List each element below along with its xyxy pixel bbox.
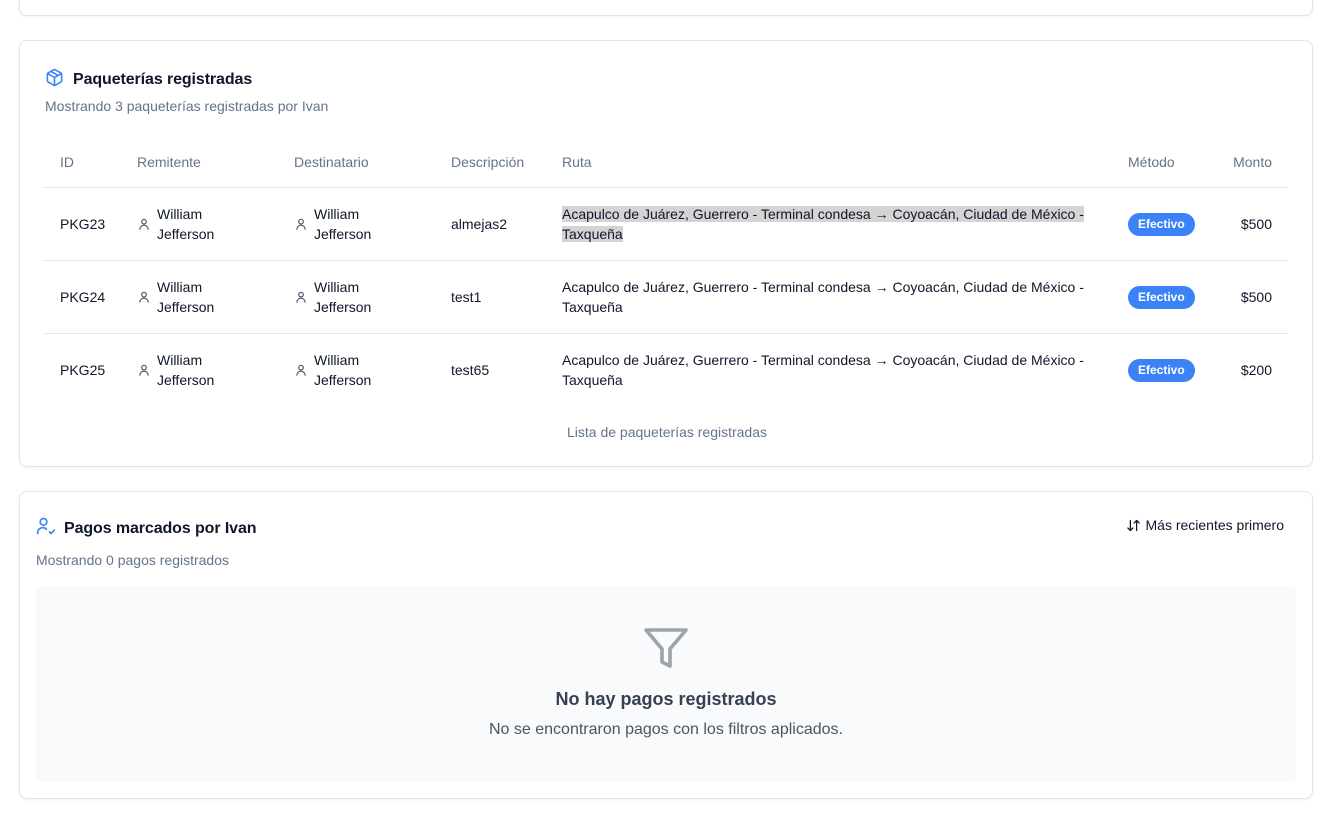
package-description: test65 [451, 362, 490, 378]
recipient-name: William Jefferson [314, 279, 372, 315]
sender-name: William Jefferson [157, 206, 215, 242]
previous-card [19, 0, 1313, 16]
user-icon [139, 291, 149, 303]
payments-header: Pagos marcados por Ivan [36, 516, 257, 541]
packages-card: Paqueterías registradas Mostrando 3 paqu… [19, 40, 1313, 467]
user-icon [296, 364, 306, 376]
route-text: Acapulco de Juárez, Guerrero - Terminal … [562, 206, 1084, 242]
user-icon [296, 218, 306, 230]
package-route: Acapulco de Juárez, Guerrero - Terminal … [562, 350, 1102, 390]
user-icon [139, 218, 149, 230]
col-route: Ruta [562, 154, 592, 170]
col-description: Descripción [451, 154, 525, 170]
route-text: Acapulco de Juárez, Guerrero - Terminal … [562, 352, 1084, 388]
recipient-cell: William Jefferson [294, 277, 404, 317]
payments-title: Pagos marcados por Ivan [64, 519, 257, 537]
packages-table: ID Remitente Destinatario Descripción Ru… [44, 138, 1288, 407]
table-row[interactable]: PKG23 William Jefferson William Jefferso… [44, 188, 1288, 261]
package-id: PKG24 [60, 289, 106, 305]
recipient-name: William Jefferson [314, 206, 372, 242]
arrow-up-down-icon [1126, 519, 1140, 531]
payments-card: Pagos marcados por Ivan Más recientes pr… [19, 491, 1313, 799]
route-text: Acapulco de Juárez, Guerrero - Terminal … [562, 279, 1084, 315]
sender-cell: William Jefferson [137, 204, 247, 244]
packages-title: Paqueterías registradas [73, 71, 253, 88]
user-icon [296, 291, 306, 303]
table-caption: Lista de paqueterías registradas [566, 424, 767, 440]
packages-subtitle: Mostrando 3 paqueterías registradas por … [45, 98, 329, 114]
user-check-icon [36, 516, 56, 541]
package-description: almejas2 [451, 216, 508, 232]
col-sender: Remitente [137, 154, 201, 170]
empty-state: No hay pagos registrados No se encontrar… [36, 586, 1296, 782]
col-id: ID [60, 154, 74, 170]
sender-name: William Jefferson [157, 352, 215, 388]
col-method: Método [1128, 154, 1175, 170]
col-recipient: Destinatario [294, 154, 369, 170]
table-header: ID Remitente Destinatario Descripción Ru… [44, 138, 1288, 188]
sort-label: Más recientes primero [1145, 517, 1285, 533]
payments-subtitle: Mostrando 0 pagos registrados [36, 552, 229, 568]
empty-title: No hay pagos registrados [555, 689, 777, 709]
package-route: Acapulco de Juárez, Guerrero - Terminal … [562, 204, 1102, 244]
filter-icon [642, 624, 690, 677]
package-id: PKG23 [60, 216, 106, 232]
col-amount: Monto [1233, 154, 1272, 170]
recipient-cell: William Jefferson [294, 204, 404, 244]
package-route: Acapulco de Juárez, Guerrero - Terminal … [562, 277, 1102, 317]
recipient-name: William Jefferson [314, 352, 372, 388]
user-icon [139, 364, 149, 376]
package-amount: $500 [1240, 216, 1272, 232]
package-amount: $200 [1240, 362, 1272, 378]
package-id: PKG25 [60, 362, 106, 378]
sender-cell: William Jefferson [137, 277, 247, 317]
sort-button[interactable]: Más recientes primero [1126, 517, 1285, 533]
table-row[interactable]: PKG24 William Jefferson William Jefferso… [44, 261, 1288, 334]
method-badge: Efectivo [1128, 286, 1195, 309]
table-row[interactable]: PKG25 William Jefferson William Jefferso… [44, 334, 1288, 407]
method-badge: Efectivo [1128, 359, 1195, 382]
empty-message: No se encontraron pagos con los filtros … [489, 721, 843, 738]
packages-header: Paqueterías registradas [45, 68, 252, 92]
method-badge: Efectivo [1128, 213, 1195, 236]
recipient-cell: William Jefferson [294, 350, 404, 390]
sender-cell: William Jefferson [137, 350, 247, 390]
sender-name: William Jefferson [157, 279, 215, 315]
package-amount: $500 [1240, 289, 1272, 305]
package-icon [45, 68, 64, 92]
package-description: test1 [451, 289, 482, 305]
